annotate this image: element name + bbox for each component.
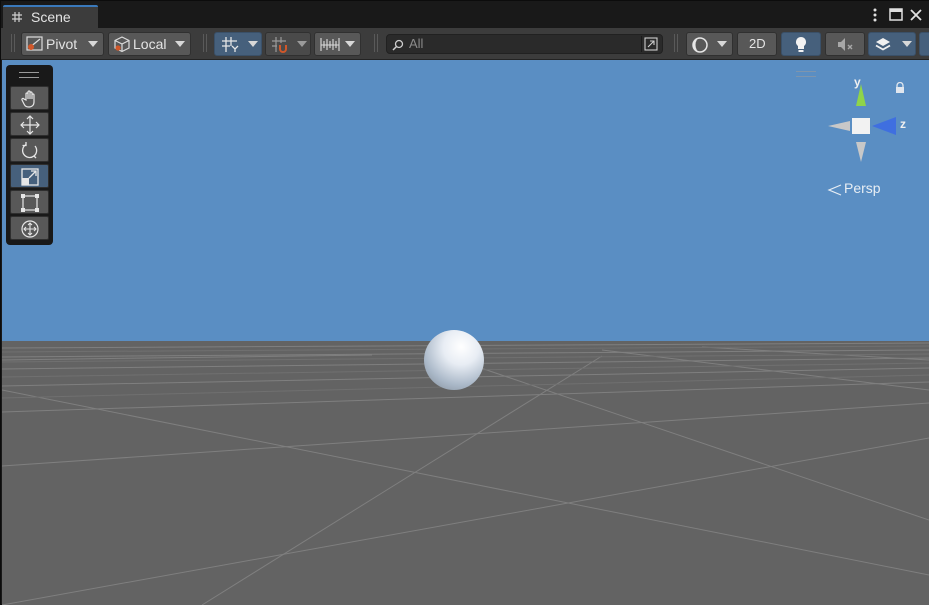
search-field[interactable]: All (386, 34, 663, 54)
chevron-down-icon (88, 41, 98, 47)
tool-palette (6, 65, 53, 245)
move-arrows-icon (20, 115, 40, 135)
scale-tool[interactable] (10, 164, 49, 188)
chevron-down-icon (175, 41, 185, 47)
y-axis-label: y (854, 76, 861, 89)
toolbar-grip[interactable] (11, 34, 16, 52)
audio-mute-icon (838, 38, 853, 51)
tab-bar: Scene (1, 1, 929, 28)
transform-icon (21, 220, 39, 238)
search-select-icon[interactable] (641, 36, 660, 52)
audio-toggle-button[interactable] (825, 32, 865, 56)
gizmo-drag-handle[interactable] (796, 71, 816, 77)
neg-y-axis-cone[interactable] (856, 142, 866, 162)
toggle-2d-button[interactable]: 2D (737, 32, 777, 56)
pivot-icon (26, 36, 43, 51)
search-placeholder: All (409, 36, 424, 51)
projection-label: Persp (844, 180, 881, 196)
scene-viewport[interactable]: y z Persp (2, 60, 929, 605)
chevron-down-icon (902, 41, 912, 47)
hand-icon (21, 90, 35, 108)
pivot-dropdown[interactable]: Pivot (21, 32, 104, 56)
local-cube-icon (114, 36, 130, 53)
lock-icon[interactable] (894, 82, 906, 94)
sphere-object[interactable] (424, 330, 484, 390)
scene-toolbar: Pivot Local All 2D (1, 28, 929, 60)
toolbar-grip[interactable] (374, 34, 379, 52)
transform-tool[interactable] (10, 216, 49, 240)
grid-visibility-button[interactable] (214, 32, 262, 56)
z-axis-label: z (900, 117, 906, 131)
mode-2d-label: 2D (749, 36, 766, 51)
gizmo-center-cube[interactable] (852, 118, 870, 134)
palette-drag-handle[interactable] (19, 72, 39, 78)
z-axis-cone[interactable] (872, 117, 896, 135)
toolbar-grip[interactable] (674, 34, 679, 52)
magnet-grid-icon (272, 37, 287, 53)
move-tool[interactable] (10, 112, 49, 136)
tab-scene[interactable]: Scene (3, 5, 98, 28)
scene-view-canvas[interactable] (2, 60, 929, 605)
sky (2, 60, 929, 341)
effects-button[interactable] (868, 32, 916, 56)
snapping-button[interactable] (265, 32, 311, 56)
rect-transform-icon (21, 194, 39, 212)
chevron-down-icon (248, 41, 258, 47)
chevron-down-icon (297, 41, 307, 47)
close-icon[interactable] (908, 7, 924, 23)
pivot-label: Pivot (46, 36, 78, 52)
shading-sphere-icon (692, 37, 708, 53)
tab-label: Scene (31, 9, 71, 25)
kebab-menu-icon[interactable] (867, 7, 883, 23)
grid-hash-icon (12, 12, 22, 22)
neg-x-axis-cone[interactable] (828, 121, 850, 131)
hand-tool[interactable] (10, 86, 49, 110)
increment-snap-button[interactable] (314, 32, 361, 56)
scene-window: Scene Pivot Local All 2D y z Persp (0, 0, 929, 605)
toolbar-grip[interactable] (203, 34, 208, 52)
search-icon (392, 39, 404, 51)
light-bulb-icon (796, 37, 806, 52)
grid-snap-icon (222, 37, 239, 52)
rotate-icon (22, 142, 38, 159)
rotate-tool[interactable] (10, 138, 49, 162)
maximize-icon[interactable] (888, 7, 904, 23)
chevron-down-icon (345, 41, 355, 47)
shading-mode-button[interactable] (686, 32, 733, 56)
ruler-icon (320, 38, 340, 51)
perspective-icon (827, 184, 842, 196)
rect-tool[interactable] (10, 190, 49, 214)
layers-effects-icon (875, 38, 891, 51)
chevron-down-icon (717, 41, 727, 47)
local-dropdown[interactable]: Local (108, 32, 191, 56)
local-label: Local (133, 36, 167, 52)
overflow-button[interactable] (919, 32, 929, 56)
scale-icon (21, 168, 39, 186)
lighting-toggle-button[interactable] (781, 32, 821, 56)
